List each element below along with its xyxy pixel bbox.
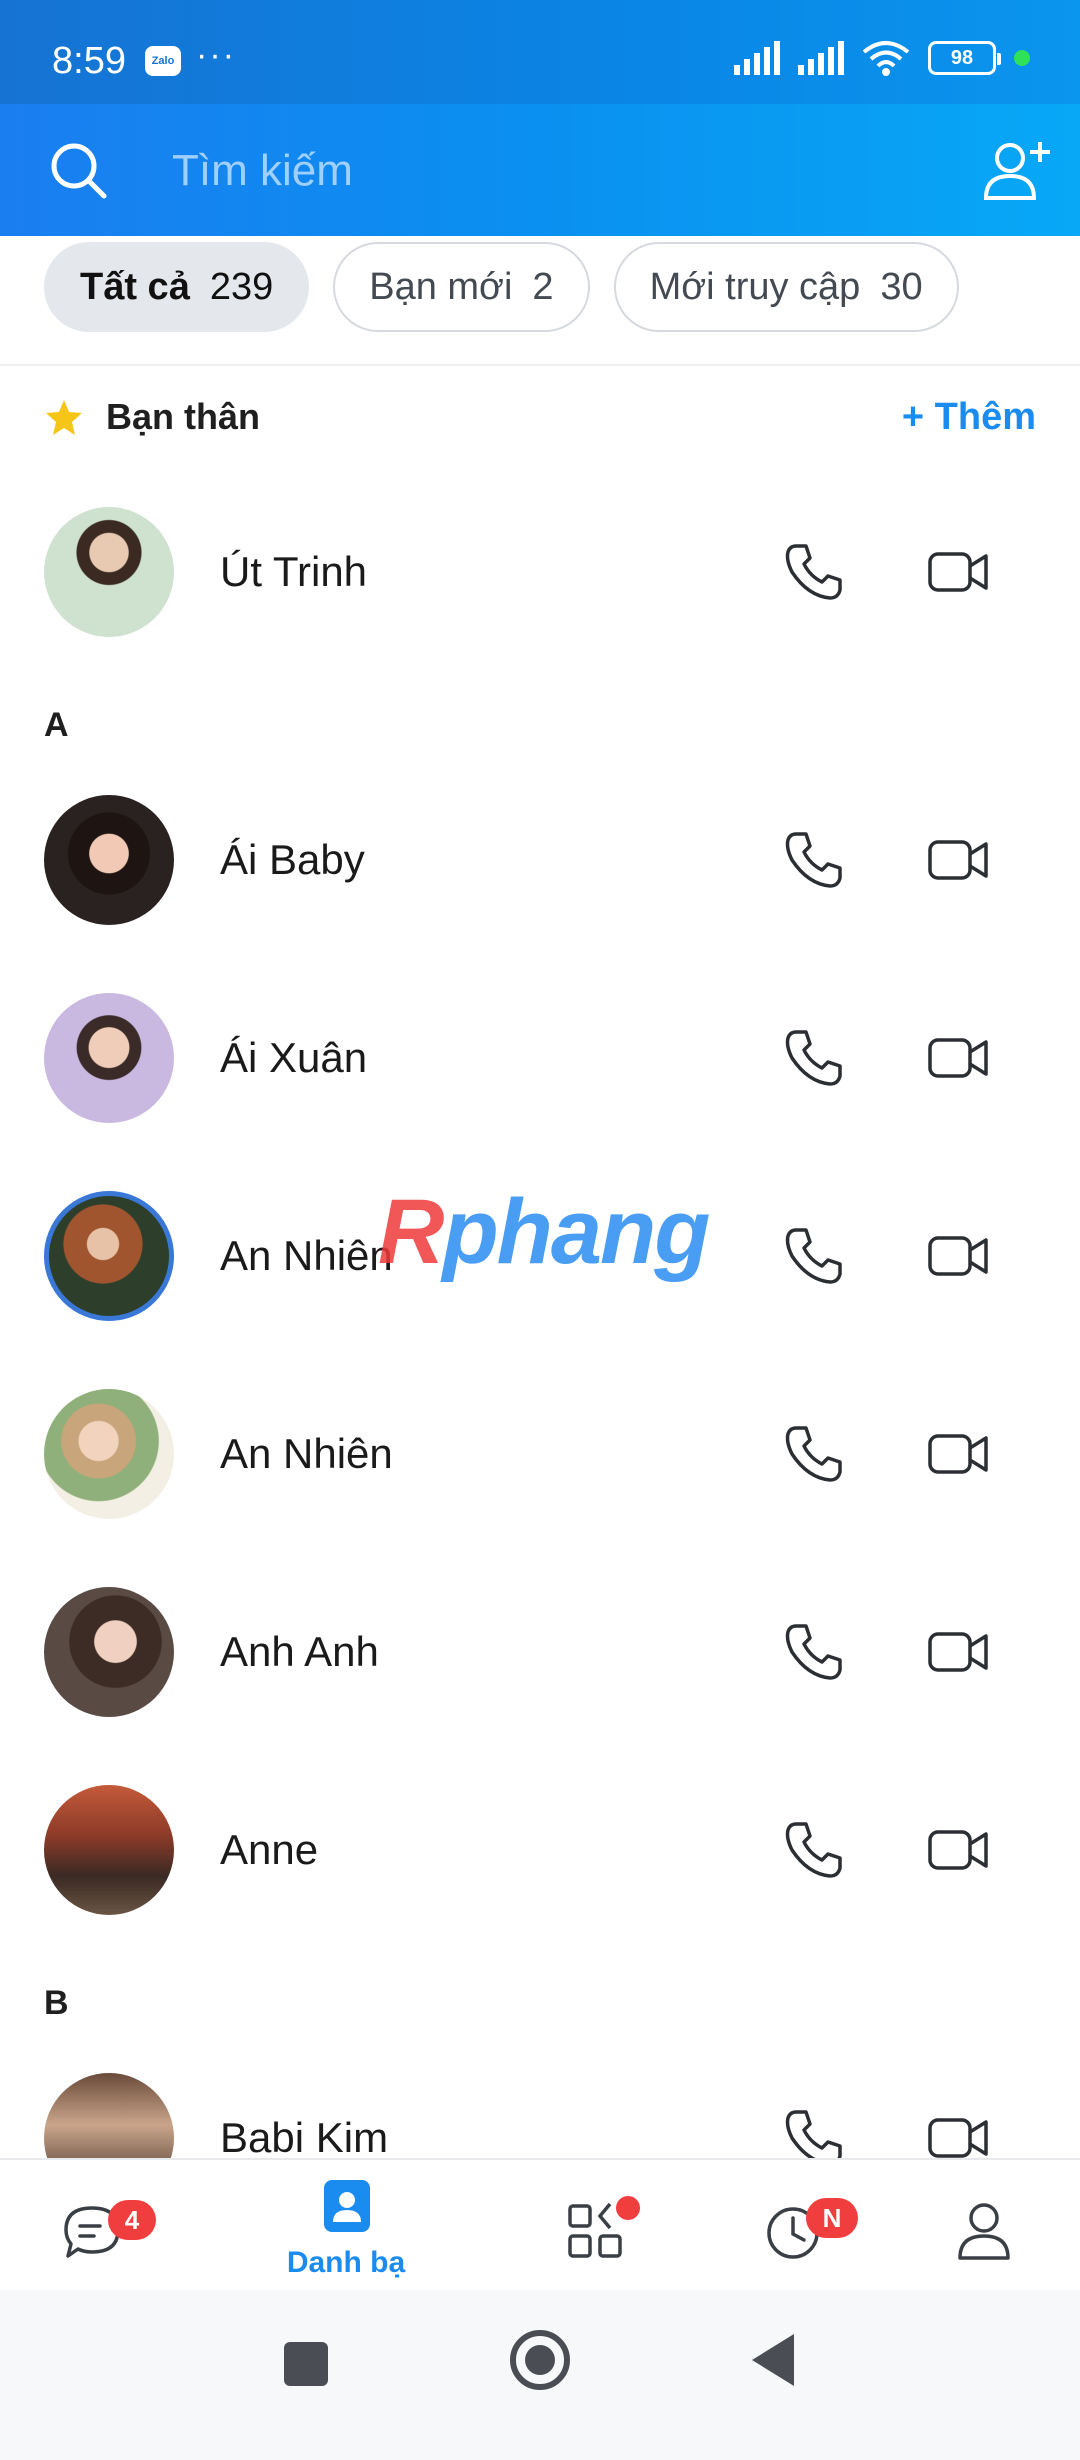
home-button[interactable] [510, 2330, 570, 2390]
video-call-icon[interactable] [926, 1226, 990, 1286]
phone-icon[interactable] [782, 1422, 846, 1486]
filter-chips: Tất cả 239 Bạn mới 2 Mới truy cập 30 [44, 242, 959, 332]
user-icon [958, 2203, 1010, 2260]
nav-messages[interactable]: 4 [0, 2160, 216, 2292]
status-right: 98 [734, 40, 1030, 76]
status-time: 8:59 [52, 40, 126, 82]
phone-icon[interactable] [782, 1224, 846, 1288]
filter-chip-all[interactable]: Tất cả 239 [44, 242, 310, 332]
status-bar: 8:59 Zalo ··· 98 [0, 0, 1080, 104]
chip-count: 239 [209, 265, 274, 308]
contact-name: Anh Anh [220, 1628, 379, 1675]
contacts-book-icon [324, 2180, 370, 2232]
filter-chip-recently-active[interactable]: Mới truy cập 30 [613, 242, 959, 332]
nav-contacts-label: Danh bạ [286, 2246, 406, 2279]
chip-label: Bạn mới [369, 265, 513, 308]
nav-profile[interactable] [876, 2160, 1080, 2292]
close-friends-title: Bạn thân [106, 396, 261, 437]
unread-badge: 4 [108, 2200, 156, 2240]
new-badge: N [806, 2198, 858, 2238]
nav-discover[interactable] [488, 2160, 704, 2292]
contact-row[interactable]: Ái Baby [0, 790, 1080, 930]
nav-timeline[interactable]: N [678, 2160, 894, 2292]
star-icon [46, 400, 82, 435]
contact-name: Ái Xuân [220, 1034, 368, 1081]
search-input[interactable]: Tìm kiếm [172, 146, 353, 196]
back-button[interactable] [752, 2334, 794, 2386]
search-header: Tìm kiếm [0, 104, 1080, 236]
watermark-part1: R [378, 1181, 444, 1283]
chip-count: 2 [532, 265, 554, 308]
recent-apps-button[interactable] [284, 2342, 328, 2386]
chip-label: Tất cả [80, 265, 190, 308]
chip-label: Mới truy cập [649, 265, 861, 308]
wifi-icon [862, 41, 910, 76]
video-call-icon[interactable] [926, 1622, 990, 1682]
app-screen: 8:59 Zalo ··· 98 Tìm kiếm Tất cả 239 Bạn… [0, 0, 1080, 2460]
filter-chip-new-friends[interactable]: Bạn mới 2 [333, 242, 590, 332]
video-call-icon[interactable] [926, 1028, 990, 1088]
close-friends-header: Bạn thân + Thêm [44, 390, 1036, 444]
contact-row[interactable]: Ái Xuân [0, 988, 1080, 1128]
contact-row[interactable]: Anne [0, 1780, 1080, 1920]
watermark-logo: Rphang [378, 1180, 710, 1285]
watermark-part2: phang [442, 1181, 710, 1283]
avatar [44, 507, 174, 637]
add-close-friend-button[interactable]: + Thêm [902, 396, 1036, 439]
avatar [44, 993, 174, 1123]
avatar [44, 1389, 174, 1519]
phone-icon[interactable] [782, 1818, 846, 1882]
avatar [44, 1587, 174, 1717]
contact-row[interactable]: An Nhiên [0, 1384, 1080, 1524]
phone-icon[interactable] [782, 828, 846, 892]
system-nav-bar [0, 2290, 1080, 2460]
avatar [44, 1191, 174, 1321]
contact-name: Anne [220, 1826, 319, 1873]
signal-icon [734, 41, 780, 75]
contact-name: Út Trinh [220, 548, 368, 595]
phone-icon[interactable] [782, 1620, 846, 1684]
more-notifications-icon: ··· [196, 36, 236, 74]
avatar [44, 1785, 174, 1915]
privacy-dot [1014, 50, 1030, 66]
contact-name: Babi Kim [220, 2114, 389, 2161]
video-call-icon[interactable] [926, 1424, 990, 1484]
contact-name: Ái Baby [220, 836, 365, 883]
battery-indicator: 98 [928, 41, 1001, 75]
chip-count: 30 [880, 265, 923, 308]
add-friend-icon[interactable] [982, 138, 1052, 202]
zalo-app-icon: Zalo [145, 46, 181, 76]
section-letter: A [44, 706, 69, 744]
avatar [44, 795, 174, 925]
video-call-icon[interactable] [926, 542, 990, 602]
signal-icon-2 [798, 41, 844, 75]
video-call-icon[interactable] [926, 830, 990, 890]
contact-name: An Nhiên [220, 1232, 393, 1279]
phone-icon[interactable] [782, 540, 846, 604]
phone-icon[interactable] [782, 1026, 846, 1090]
contact-row[interactable]: Út Trinh [0, 502, 1080, 642]
search-icon[interactable] [48, 140, 108, 200]
notification-dot [616, 2196, 640, 2220]
nav-contacts[interactable]: Danh bạ [238, 2160, 454, 2292]
contact-row[interactable]: Anh Anh [0, 1582, 1080, 1722]
divider [0, 364, 1080, 366]
bottom-nav: 4 Danh bạ N [0, 2158, 1080, 2290]
section-letter: B [44, 1984, 69, 2022]
video-call-icon[interactable] [926, 1820, 990, 1880]
contact-name: An Nhiên [220, 1430, 393, 1477]
